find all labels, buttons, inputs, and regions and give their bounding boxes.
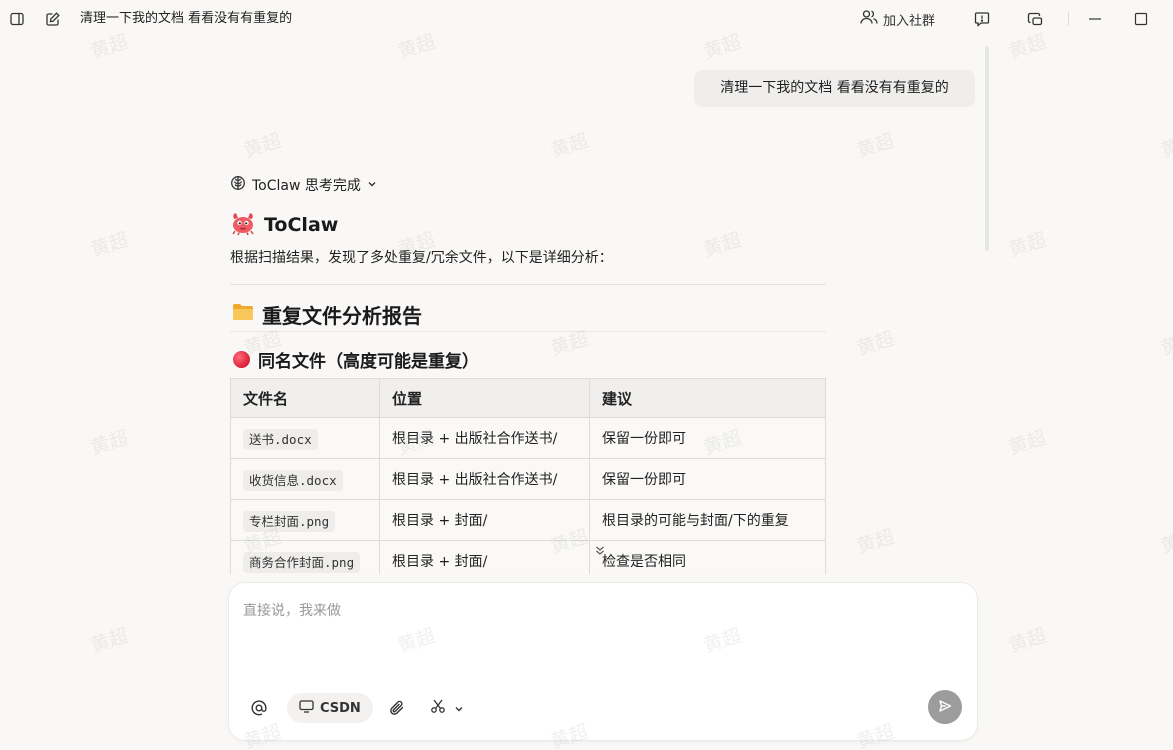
watermark-text: 黄超 xyxy=(1005,228,1049,262)
watermark-text: 黄超 xyxy=(547,327,591,361)
filename-cell: 送书.docx xyxy=(243,428,318,450)
assistant-intro-text: 根据扫描结果，发现了多处重复/冗余文件，以下是详细分析： xyxy=(230,250,613,266)
watermark-text: 黄超 xyxy=(1157,327,1173,361)
filename-cell: 商务合作封面.png xyxy=(243,551,361,573)
monitor-icon xyxy=(299,699,314,717)
location-cell: 根目录 + 封面/ xyxy=(379,540,590,574)
watermark-text: 黄超 xyxy=(853,129,897,163)
users-icon xyxy=(860,9,878,29)
titlebar-divider xyxy=(1068,12,1069,26)
location-cell: 根目录 + 出版社合作送书/ xyxy=(379,458,590,500)
folder-icon xyxy=(232,302,254,326)
divider xyxy=(230,284,826,285)
divider xyxy=(230,331,826,332)
report-title: 重复文件分析报告 xyxy=(262,303,422,328)
attach-file-button[interactable] xyxy=(385,693,409,723)
watermark-text: 黄超 xyxy=(853,327,897,361)
column-header-filename: 文件名 xyxy=(230,378,380,418)
location-cell: 根目录 + 出版社合作送书/ xyxy=(379,417,590,459)
send-button[interactable] xyxy=(928,690,962,724)
suggestion-cell: 根目录的可能与封面/下的重复 xyxy=(589,499,826,541)
maximize-button[interactable] xyxy=(1131,9,1151,29)
csdn-chip-label: CSDN xyxy=(320,700,361,716)
column-header-location: 位置 xyxy=(379,378,590,418)
thinking-status-label: ToClaw 思考完成 xyxy=(252,178,361,194)
tools-dropdown-button[interactable] xyxy=(426,693,468,723)
duplicate-files-table: 文件名 位置 建议 送书.docx 根目录 + 出版社合作送书/ 保留一份即可 … xyxy=(230,378,826,574)
join-community-label: 加入社群 xyxy=(883,13,936,29)
location-cell: 根目录 + 封面/ xyxy=(379,499,590,541)
watermark-text: 黄超 xyxy=(87,624,131,658)
watermark-text: 黄超 xyxy=(853,525,897,559)
chevron-down-icon xyxy=(367,177,377,193)
watermark-text: 黄超 xyxy=(1157,525,1173,559)
conversation-title: 清理一下我的文档 看看没有有重复的 xyxy=(80,11,293,26)
table-row: 商务合作封面.png 根目录 + 封面/ 检查是否相同 xyxy=(230,540,826,574)
table-row: 收货信息.docx 根目录 + 出版社合作送书/ 保留一份即可 xyxy=(230,458,826,500)
table-header-row: 文件名 位置 建议 xyxy=(230,378,826,418)
sidebar-toggle-icon[interactable] xyxy=(8,10,26,28)
window-mode-icon[interactable] xyxy=(1025,9,1045,29)
watermark-text: 黄超 xyxy=(1157,129,1173,163)
suggestion-cell: 检查是否相同 xyxy=(589,540,826,574)
chevron-down-icon xyxy=(454,699,464,718)
new-chat-edit-icon[interactable] xyxy=(44,10,62,28)
feedback-icon[interactable] xyxy=(972,9,992,29)
bot-header: ToClaw xyxy=(230,211,338,239)
thinking-status-toggle[interactable]: ToClaw 思考完成 xyxy=(230,175,377,195)
send-icon xyxy=(938,698,952,717)
watermark-text: 黄超 xyxy=(1005,426,1049,460)
section-heading: 同名文件（高度可能是重复） xyxy=(233,347,479,372)
suggestion-cell: 保留一份即可 xyxy=(589,417,826,459)
minimize-button[interactable] xyxy=(1085,9,1105,29)
report-heading: 重复文件分析报告 xyxy=(232,300,422,328)
column-header-suggestion: 建议 xyxy=(589,378,826,418)
message-input[interactable] xyxy=(243,603,943,619)
table-row: 专栏封面.png 根目录 + 封面/ 根目录的可能与封面/下的重复 xyxy=(230,499,826,541)
scroll-to-bottom-icon[interactable] xyxy=(595,545,605,560)
watermark-text: 黄超 xyxy=(1005,624,1049,658)
crab-mascot-avatar xyxy=(230,210,256,240)
scissors-icon xyxy=(430,698,446,718)
filename-cell: 专栏封面.png xyxy=(243,510,336,532)
table-row: 送书.docx 根目录 + 出版社合作送书/ 保留一份即可 xyxy=(230,417,826,459)
bot-name: ToClaw xyxy=(264,214,339,236)
message-composer: CSDN xyxy=(229,583,977,740)
section-title: 同名文件（高度可能是重复） xyxy=(258,351,479,372)
mention-button[interactable] xyxy=(247,693,271,723)
watermark-text: 黄超 xyxy=(240,129,284,163)
chat-scrollbar[interactable] xyxy=(985,46,989,251)
suggestion-cell: 保留一份即可 xyxy=(589,458,826,500)
watermark-text: 黄超 xyxy=(700,228,744,262)
filename-cell: 收货信息.docx xyxy=(243,469,343,491)
watermark-text: 黄超 xyxy=(87,426,131,460)
watermark-text: 黄超 xyxy=(547,129,591,163)
csdn-context-chip[interactable]: CSDN xyxy=(287,693,373,723)
user-message-bubble: 清理一下我的文档 看看没有有重复的 xyxy=(694,70,975,107)
brain-icon xyxy=(230,175,246,195)
watermark-text: 黄超 xyxy=(87,228,131,262)
title-bar: 清理一下我的文档 看看没有有重复的 加入社群 xyxy=(0,0,1173,38)
join-community-button[interactable]: 加入社群 xyxy=(860,9,935,29)
red-circle-icon xyxy=(233,350,250,368)
duplicate-files-table-container: 文件名 位置 建议 送书.docx 根目录 + 出版社合作送书/ 保留一份即可 … xyxy=(230,378,827,574)
